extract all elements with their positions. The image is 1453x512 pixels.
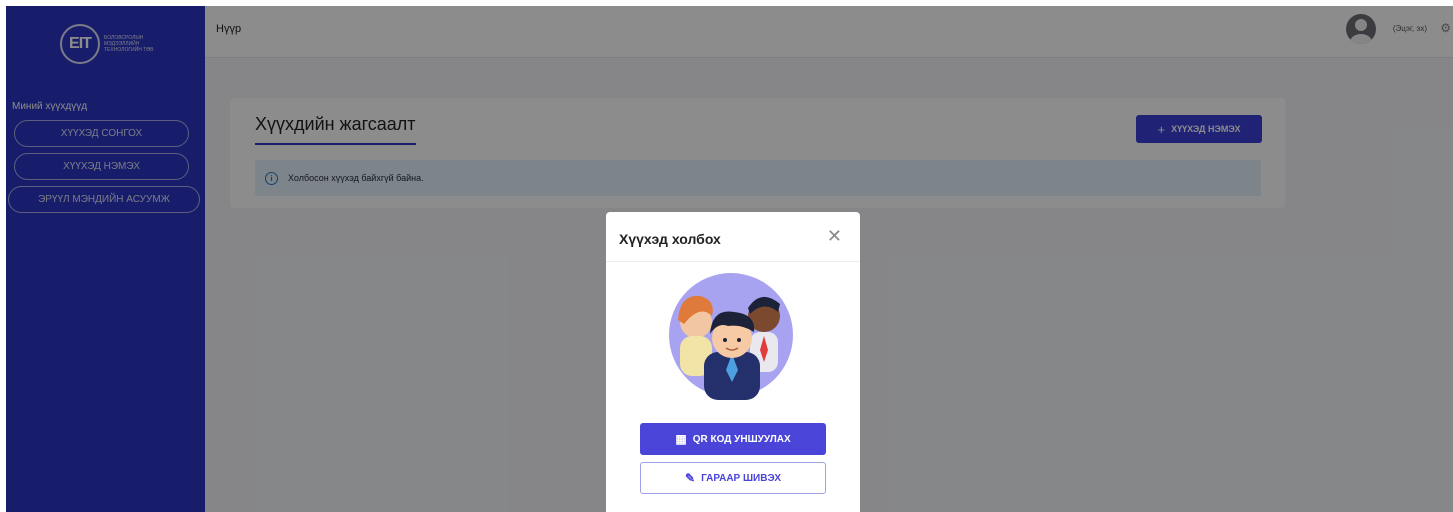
manual-entry-label: ГАРААР ШИВЭХ xyxy=(701,472,781,484)
modal-header: Хүүхэд холбох ✕ xyxy=(606,212,860,262)
children-illustration xyxy=(669,273,793,400)
app-frame: EIT БОЛОВСРОЛЫН МЭДЭЭЛЛИЙН ТЕХНОЛОГИЙН Т… xyxy=(6,6,1453,512)
qr-code-icon: ▦ xyxy=(675,432,687,446)
manual-entry-button[interactable]: ✎ ГАРААР ШИВЭХ xyxy=(640,462,826,494)
scan-qr-label: QR КОД УНШУУЛАХ xyxy=(692,433,791,445)
pencil-icon: ✎ xyxy=(685,471,696,485)
close-icon[interactable]: ✕ xyxy=(827,226,842,247)
modal-title: Хүүхэд холбох xyxy=(619,231,721,247)
link-child-modal: Хүүхэд холбох ✕ ▦ QR КОД УНШУУЛАХ ✎ ГАРА… xyxy=(606,212,860,512)
scan-qr-button[interactable]: ▦ QR КОД УНШУУЛАХ xyxy=(640,423,826,455)
